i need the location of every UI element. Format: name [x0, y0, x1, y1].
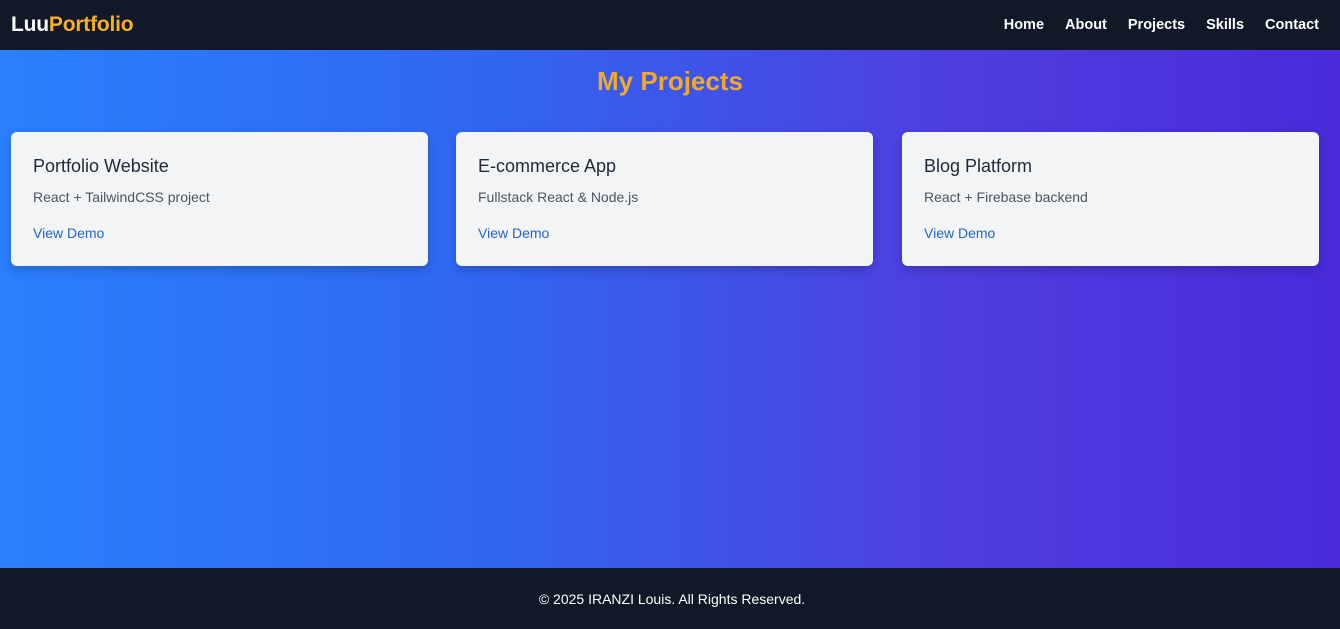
page-title: My Projects [597, 66, 743, 96]
navbar: LuuPortfolio Home About Projects Skills … [0, 0, 1340, 50]
projects-section: My Projects Portfolio Website React + Ta… [0, 50, 1340, 568]
logo-text-primary: Luu [11, 13, 49, 36]
project-description: React + Firebase backend [924, 189, 1088, 205]
logo[interactable]: LuuPortfolio [11, 13, 134, 37]
nav-link-contact[interactable]: Contact [1265, 17, 1319, 33]
project-card: E-commerce App Fullstack React & Node.js… [456, 132, 873, 266]
nav-link-skills[interactable]: Skills [1206, 17, 1244, 33]
nav-link-about[interactable]: About [1065, 17, 1107, 33]
view-demo-link[interactable]: View Demo [33, 225, 104, 241]
view-demo-link[interactable]: View Demo [924, 225, 995, 241]
project-title: Blog Platform [924, 156, 1033, 176]
project-title: Portfolio Website [33, 156, 169, 176]
footer: © 2025 IRANZI Louis. All Rights Reserved… [0, 568, 1340, 629]
view-demo-link[interactable]: View Demo [478, 225, 549, 241]
logo-text-accent: Portfolio [48, 13, 134, 36]
project-card: Blog Platform React + Firebase backend V… [902, 132, 1319, 266]
nav-links: Home About Projects Skills Contact [1004, 17, 1329, 33]
project-title: E-commerce App [478, 156, 617, 176]
nav-link-projects[interactable]: Projects [1128, 17, 1185, 33]
project-description: React + TailwindCSS project [33, 189, 210, 205]
project-card: Portfolio Website React + TailwindCSS pr… [11, 132, 428, 266]
project-description: Fullstack React & Node.js [478, 189, 639, 205]
nav-link-home[interactable]: Home [1004, 17, 1044, 33]
copyright-text: © 2025 IRANZI Louis. All Rights Reserved… [538, 590, 806, 607]
